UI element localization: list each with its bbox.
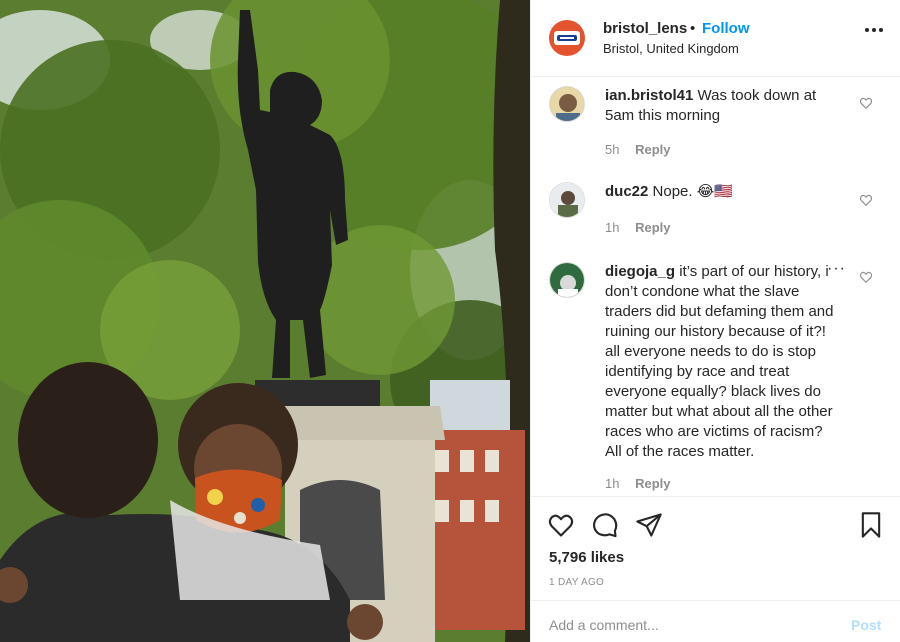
user-photo-icon	[550, 87, 584, 121]
comment-icon[interactable]	[591, 511, 619, 539]
comment-time[interactable]: 1h	[605, 476, 619, 491]
user-photo-icon	[550, 183, 584, 217]
avatar-logo	[554, 31, 580, 45]
add-comment-bar: Post	[531, 600, 900, 642]
post-comment-button[interactable]: Post	[851, 617, 881, 633]
post-location[interactable]: Bristol, United Kingdom	[603, 41, 739, 56]
post-date[interactable]: 1 DAY AGO	[549, 577, 604, 588]
comment-body: Nope. 😂🇺🇸	[652, 183, 733, 200]
comment-body: it’s part of our history, i don’t condon…	[605, 263, 834, 460]
header-separator: •	[690, 20, 696, 37]
commenter-avatar[interactable]	[549, 86, 585, 122]
heart-icon[interactable]	[547, 511, 575, 539]
statue-photo-illustration	[0, 0, 530, 642]
commenter-avatar[interactable]	[549, 182, 585, 218]
follow-button[interactable]: Follow	[702, 20, 750, 37]
comments-list[interactable]: ian.bristol41 Was took down at 5am this …	[531, 78, 900, 494]
reply-button[interactable]: Reply	[635, 142, 670, 157]
comment-username[interactable]: duc22	[605, 183, 648, 200]
bookmark-icon[interactable]	[857, 511, 885, 539]
author-avatar[interactable]	[549, 20, 585, 56]
comment-meta: 1h Reply	[605, 220, 671, 235]
reply-button[interactable]: Reply	[635, 220, 670, 235]
post-photo[interactable]	[0, 0, 530, 642]
bristol-lens-logo-icon	[557, 35, 577, 41]
comment-time[interactable]: 1h	[605, 220, 619, 235]
user-photo-icon	[550, 263, 584, 297]
comment-meta: 5h Reply	[605, 142, 671, 157]
comment-text-block: ian.bristol41 Was took down at 5am this …	[605, 86, 837, 126]
likes-count[interactable]: 5,796 likes	[549, 549, 624, 566]
post-actions-bar: 5,796 likes 1 DAY AGO	[531, 496, 900, 600]
comment-username[interactable]: ian.bristol41	[605, 87, 693, 104]
like-comment-heart-icon[interactable]	[859, 96, 873, 110]
add-comment-input[interactable]	[549, 613, 839, 637]
more-options-icon[interactable]	[865, 28, 883, 34]
like-comment-heart-icon[interactable]	[859, 193, 873, 207]
commenter-avatar[interactable]	[549, 262, 585, 298]
post-header: bristol_lens • Follow Bristol, United Ki…	[531, 0, 900, 77]
comment-text-block: diegoja_g it’s part of our history, i do…	[605, 262, 837, 462]
author-username[interactable]: bristol_lens	[603, 20, 687, 37]
like-comment-heart-icon[interactable]	[859, 270, 873, 284]
post-side-panel: bristol_lens • Follow Bristol, United Ki…	[530, 0, 900, 642]
comment-username[interactable]: diegoja_g	[605, 263, 675, 280]
share-icon[interactable]	[635, 511, 663, 539]
comment-options-icon[interactable]: ···	[827, 260, 846, 278]
reply-button[interactable]: Reply	[635, 476, 670, 491]
comment-text-block: duc22 Nope. 😂🇺🇸	[605, 182, 837, 202]
comment-meta: 1h Reply	[605, 476, 671, 491]
comment-time[interactable]: 5h	[605, 142, 619, 157]
